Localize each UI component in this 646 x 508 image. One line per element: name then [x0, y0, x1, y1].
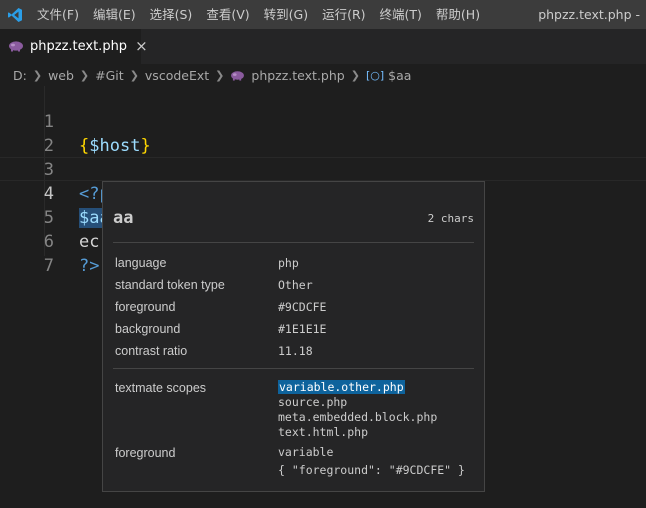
menu-run[interactable]: 运行(R): [315, 0, 372, 29]
scope-item: source.php: [278, 395, 348, 409]
line-number: 7: [43, 256, 54, 276]
menu-selection[interactable]: 选择(S): [143, 0, 200, 29]
hover-value: 11.18: [278, 344, 313, 358]
chevron-right-icon: ❯: [129, 68, 139, 82]
hover-value: #1E1E1E: [278, 322, 327, 336]
php-file-icon: [230, 70, 245, 81]
chevron-right-icon: ❯: [215, 68, 225, 82]
scope-item: meta.embedded.block.php: [278, 410, 438, 424]
scope-item: variable.other.php: [278, 380, 405, 395]
window-title: phpzz.text.php -: [538, 7, 640, 22]
hover-token-text: aa: [113, 208, 134, 228]
menu-go[interactable]: 转到(G): [257, 0, 315, 29]
hover-key: standard token type: [115, 278, 225, 292]
breadcrumb-item-vscodeext[interactable]: vscodeExt: [145, 68, 209, 83]
token-tag: ?>: [79, 256, 100, 276]
divider: [113, 242, 474, 243]
code-line-current: 4 $aa = 11;: [0, 157, 646, 228]
tab-bar: phpzz.text.php ×: [0, 29, 646, 64]
hover-row-contrast: contrast ratio 11.18: [115, 340, 475, 362]
menu-file[interactable]: 文件(F): [30, 0, 86, 29]
hover-char-count: 2 chars: [427, 212, 474, 225]
breadcrumb-item-web[interactable]: web: [48, 68, 74, 83]
breadcrumb-item-git[interactable]: #Git: [95, 68, 124, 83]
theme-rule-json: { "foreground": "#9CDCFE" }: [278, 463, 465, 477]
menu-edit[interactable]: 编辑(E): [86, 0, 143, 29]
chevron-right-icon: ❯: [32, 68, 43, 82]
theme-rule-name: variable: [278, 445, 334, 459]
vscode-logo-icon: [0, 0, 30, 29]
hover-key: foreground: [115, 300, 176, 314]
breadcrumb-item-symbol[interactable]: $aa: [388, 68, 411, 83]
menu-bar: 文件(F) 编辑(E) 选择(S) 查看(V) 转到(G) 运行(R) 终端(T…: [30, 0, 487, 29]
hover-key: background: [115, 322, 181, 336]
scope-item-selected: variable.other.php: [278, 380, 405, 394]
hover-row-background: background #1E1E1E: [115, 318, 475, 340]
code-line: 1 {$host}: [0, 86, 646, 156]
tab-label: phpzz.text.php: [30, 39, 128, 54]
scope-item: text.html.php: [278, 425, 369, 439]
hover-value: Other: [278, 278, 313, 292]
menu-help[interactable]: 帮助(H): [429, 0, 487, 29]
hover-row-language: language php: [115, 252, 475, 274]
menu-view[interactable]: 查看(V): [199, 0, 256, 29]
code-line: 3 <?php: [0, 134, 646, 204]
breadcrumb-item-drive[interactable]: D:: [13, 68, 27, 83]
variable-symbol-icon: [○]: [365, 68, 385, 82]
hover-value: php: [278, 256, 299, 270]
menu-terminal[interactable]: 终端(T): [373, 0, 429, 29]
php-file-icon: [8, 37, 24, 56]
hover-value: #9CDCFE: [278, 300, 327, 314]
chevron-right-icon: ❯: [79, 68, 90, 82]
chevron-right-icon: ❯: [350, 68, 360, 82]
tab-phpzz[interactable]: phpzz.text.php ×: [0, 29, 148, 64]
breadcrumb: D: ❯ web ❯ #Git ❯ vscodeExt ❯ phpzz.text…: [0, 64, 646, 86]
hover-key: foreground: [115, 446, 176, 460]
close-icon[interactable]: ×: [135, 39, 148, 54]
divider: [113, 368, 474, 369]
code-line: 2: [0, 110, 646, 156]
title-bar: 文件(F) 编辑(E) 选择(S) 查看(V) 转到(G) 运行(R) 终端(T…: [0, 0, 646, 29]
hover-row-foreground: foreground #9CDCFE: [115, 296, 475, 318]
breadcrumb-item-file[interactable]: phpzz.text.php: [251, 68, 344, 83]
hover-key: contrast ratio: [115, 344, 188, 358]
token-inspect-hover: aa 2 chars language php standard token t…: [102, 181, 485, 492]
hover-row-token-type: standard token type Other: [115, 274, 475, 296]
hover-key: textmate scopes: [115, 381, 207, 395]
hover-key: language: [115, 256, 167, 270]
